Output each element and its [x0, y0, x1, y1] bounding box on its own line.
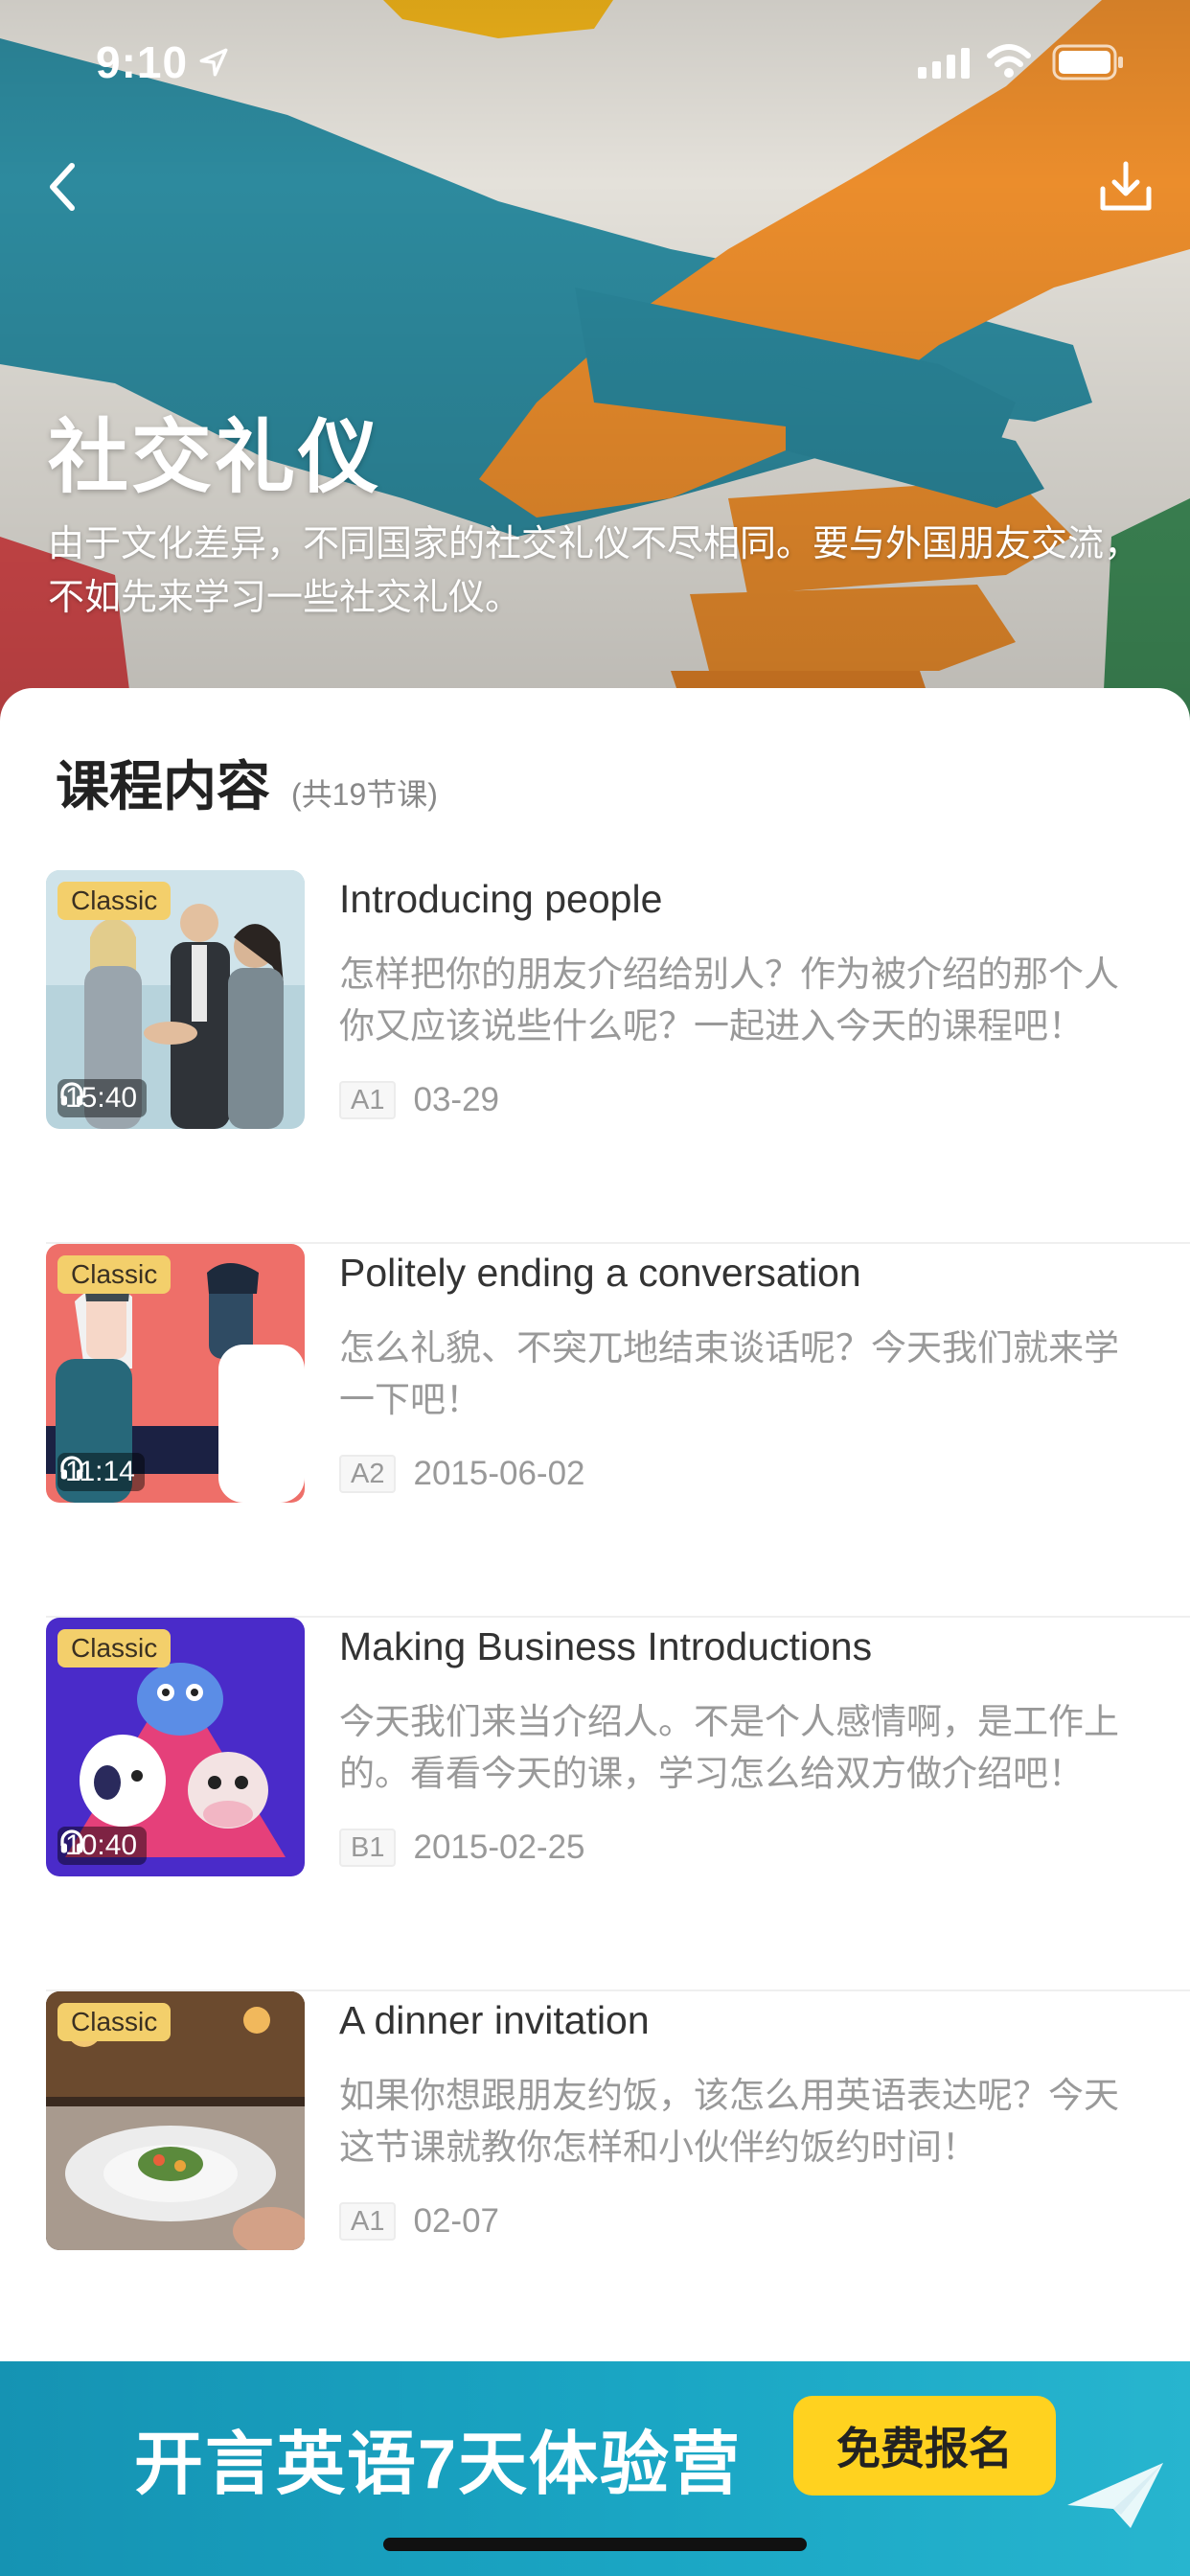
section-title: 课程内容: [56, 756, 270, 816]
download-button[interactable]: [1092, 153, 1159, 220]
back-arrow-icon: [50, 163, 75, 211]
location-arrow-icon: [199, 48, 228, 77]
lesson-date: 03-29: [413, 1081, 500, 1118]
level-badge: A2: [339, 1455, 397, 1493]
status-bar: 9:10: [0, 0, 1190, 126]
page-description: 由于文化差异，不同国家的社交礼仪不尽相同。要与外国朋友交流，不如先来学习一些社交…: [48, 524, 1141, 618]
lesson-description: 如果你想跟朋友约饭，该怎么用英语表达呢？今天这节课就教你怎样和小伙伴约饭约时间！: [339, 2076, 1119, 2167]
lesson-item[interactable]: Classic 15:40 Introducing people 怎样把你的朋友…: [0, 870, 1190, 1244]
cellular-signal-icon: [918, 48, 970, 79]
lesson-item[interactable]: Classic A dinner invitation 如果你想跟朋友约饭，该怎…: [0, 1991, 1190, 2365]
status-time: 9:10: [96, 37, 189, 87]
promo-text: 开言英语7天体验营: [134, 2426, 743, 2503]
duration-badge: 10:40: [57, 1827, 148, 1865]
wifi-icon: [987, 44, 1031, 78]
lesson-item[interactable]: Classic 10:40 Making Business Introducti…: [0, 1618, 1190, 1991]
headphones-icon: [60, 1082, 83, 1106]
level-badge: A1: [339, 2202, 397, 2241]
lesson-item[interactable]: Classic 11:14 Politely ending a conversa…: [0, 1244, 1190, 1618]
lesson-list: Classic 15:40 Introducing people 怎样把你的朋友…: [0, 870, 1190, 2365]
lesson-thumbnail: Classic 11:14: [46, 1244, 305, 1503]
classic-tag: Classic: [57, 882, 172, 920]
lesson-date: 02-07: [413, 2202, 500, 2240]
lesson-description: 怎样把你的朋友介绍给别人？作为被介绍的那个人你又应该说些什么呢？一起进入今天的课…: [339, 954, 1119, 1046]
lesson-meta: A1 03-29: [339, 1081, 499, 1119]
lesson-date: 2015-02-25: [413, 1828, 585, 1866]
page-title: 社交礼仪: [48, 412, 382, 502]
battery-icon: [1052, 44, 1123, 80]
classic-tag: Classic: [57, 1255, 172, 1294]
level-badge: B1: [339, 1828, 397, 1867]
back-button[interactable]: [29, 153, 96, 220]
lesson-title: Making Business Introductions: [339, 1624, 873, 1668]
free-signup-button[interactable]: 免费报名: [793, 2396, 1056, 2496]
classic-tag: Classic: [57, 1629, 172, 1668]
classic-tag: Classic: [57, 2003, 172, 2041]
lesson-title: Introducing people: [339, 877, 663, 921]
lesson-thumbnail: Classic 10:40: [46, 1618, 305, 1876]
course-content-sheet: 课程内容 (共19节课) Classic 15:40 Introducing p…: [0, 688, 1190, 2576]
level-badge: A1: [339, 1081, 397, 1119]
lesson-thumbnail: Classic: [46, 1991, 305, 2250]
paper-plane-icon: [1067, 2463, 1163, 2528]
lesson-meta: A2 2015-06-02: [339, 1455, 585, 1493]
home-indicator: [383, 2538, 807, 2551]
duration-badge: 11:14: [57, 1453, 145, 1491]
lesson-count: (共19节课): [291, 777, 438, 812]
lesson-description: 今天我们来当介绍人。不是个人感情啊，是工作上的。看看今天的课，学习怎么给双方做介…: [339, 1702, 1119, 1793]
lesson-description: 怎么礼貌、不突兀地结束谈话呢？今天我们就来学一下吧！: [339, 1328, 1119, 1419]
lesson-thumbnail: Classic 15:40: [46, 870, 305, 1129]
headphones-icon: [60, 1456, 83, 1480]
lesson-meta: A1 02-07: [339, 2202, 499, 2241]
lesson-title: A dinner invitation: [339, 1998, 650, 2042]
headphones-icon: [60, 1829, 83, 1853]
duration-badge: 15:40: [57, 1079, 148, 1117]
lesson-title: Politely ending a conversation: [339, 1251, 861, 1295]
download-icon: [1100, 161, 1152, 211]
section-header: 课程内容 (共19节课): [56, 744, 438, 821]
lesson-meta: B1 2015-02-25: [339, 1828, 585, 1867]
lesson-date: 2015-06-02: [413, 1455, 585, 1492]
header-hero: 9:10 社交礼仪 由于文化差异，不同国家的社交礼仪不尽相同。要与外国朋友交流，…: [0, 0, 1190, 728]
